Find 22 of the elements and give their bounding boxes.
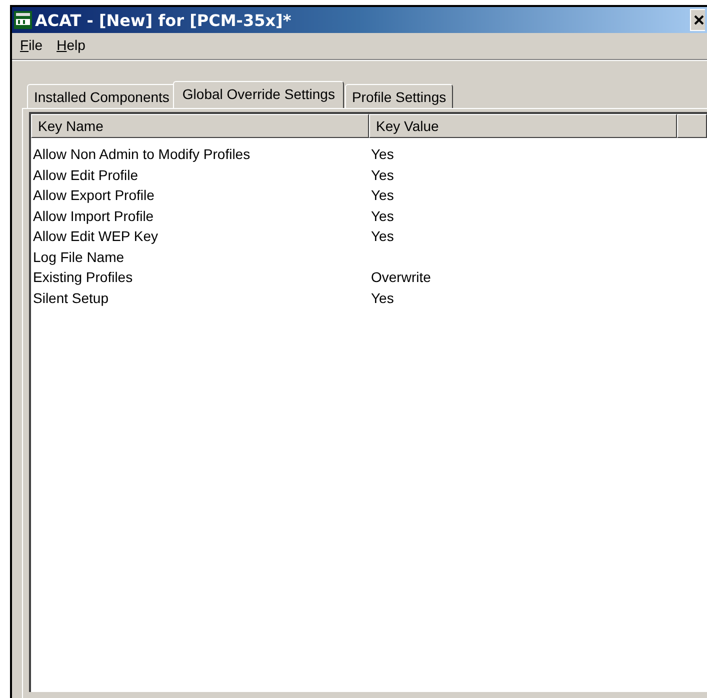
key-value-cell-text: Yes	[370, 187, 394, 204]
key-name-cell-text: Silent Setup	[32, 290, 108, 306]
key-value-cell-text: Yes	[370, 228, 394, 244]
key-value-cell-text: Yes	[370, 290, 394, 306]
key-name-cell-text: Allow Import Profile	[32, 208, 154, 224]
key-name-cell-text: Allow Edit Profile	[32, 166, 138, 183]
key-name-cell-text: Allow Non Admin to Modify Profiles	[32, 146, 250, 162]
tab[interactable]: Profile Settings	[344, 84, 454, 108]
key-value-cell-text: Yes	[370, 208, 394, 224]
tab[interactable]: Global Override Settings	[173, 81, 344, 108]
key-value-cell-text: Overwrite	[370, 269, 431, 286]
menu-item[interactable]: Help	[56, 37, 86, 53]
window-title: ACAT - [New] for [PCM-35x]*	[35, 10, 292, 30]
menu-item[interactable]: File	[20, 37, 43, 53]
key-name-cell-text: Log File Name	[32, 248, 124, 265]
key-name-cell-text: Allow Edit WEP Key	[32, 228, 158, 244]
column-header[interactable]: Key Value	[369, 114, 677, 138]
key-value-cell-text: Yes	[370, 166, 394, 183]
key-value-cell-text: Yes	[370, 146, 394, 162]
key-name-cell-text: Allow Export Profile	[32, 187, 154, 204]
column-header[interactable]: Key Name	[31, 114, 369, 138]
key-name-cell-text: Existing Profiles	[32, 269, 133, 286]
